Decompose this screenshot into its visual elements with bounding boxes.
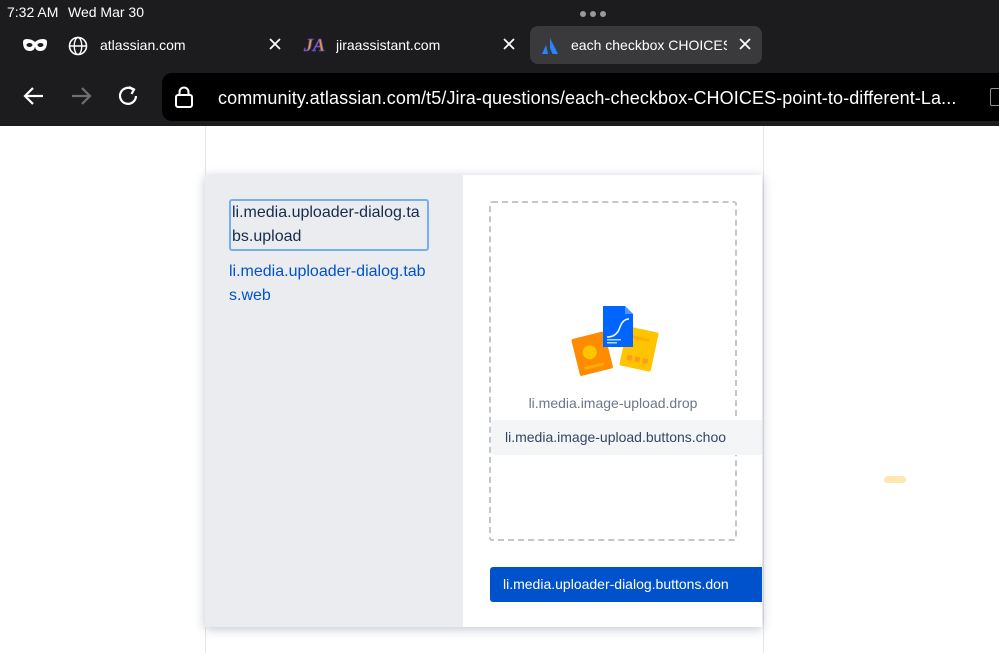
tab-label: each checkbox CHOICES po <box>571 37 727 53</box>
navigation-bar: community.atlassian.com/t5/Jira-question… <box>0 69 999 126</box>
status-bar: 7:32 AM Wed Mar 30 <box>0 0 999 24</box>
dialog-sidebar: li.media.uploader-dialog.tabs.upload li.… <box>205 175 463 627</box>
back-icon[interactable] <box>21 83 47 109</box>
tab-upload-label: li.media.uploader-dialog.tabs.upload <box>229 199 429 251</box>
drop-instructions: li.media.image-upload.drop <box>528 395 698 411</box>
floating-indicator <box>884 476 906 483</box>
tab-active-each-checkbox[interactable]: each checkbox CHOICES po <box>530 26 762 64</box>
close-tab-icon[interactable] <box>738 37 752 51</box>
tab-label: jiraassistant.com <box>336 37 441 53</box>
reload-icon[interactable] <box>115 83 141 109</box>
forward-icon[interactable] <box>68 83 94 109</box>
private-browsing-icon[interactable] <box>22 38 48 52</box>
more-options-icon[interactable] <box>580 11 606 17</box>
upload-files-illustration-icon <box>571 306 659 376</box>
lock-icon <box>175 86 193 108</box>
jira-assistant-favicon: JA <box>303 35 325 56</box>
close-tab-icon[interactable] <box>268 37 282 51</box>
atlassian-favicon <box>542 38 558 54</box>
status-date: Wed Mar 30 <box>68 4 144 20</box>
reader-mode-icon[interactable] <box>990 88 999 106</box>
choose-file-button[interactable]: li.media.image-upload.buttons.choo <box>491 420 762 455</box>
dialog-main-panel: li.media.image-upload.drop li.media.imag… <box>463 175 762 627</box>
tab-jiraassistant[interactable]: JA jiraassistant.com <box>300 26 524 64</box>
globe-icon <box>68 36 88 56</box>
drop-zone[interactable]: li.media.image-upload.drop <box>489 201 737 541</box>
tab-web[interactable]: li.media.uploader-dialog.tabs.web <box>229 260 429 308</box>
tab-atlassian[interactable]: atlassian.com <box>66 26 290 64</box>
close-tab-icon[interactable] <box>502 37 516 51</box>
svg-text:JA: JA <box>303 35 325 55</box>
status-time: 7:32 AM <box>7 4 59 20</box>
done-button[interactable]: li.media.uploader-dialog.buttons.don <box>490 567 762 602</box>
media-uploader-dialog: li.media.uploader-dialog.tabs.upload li.… <box>205 175 762 627</box>
url-text: community.atlassian.com/t5/Jira-question… <box>218 88 957 108</box>
tab-upload[interactable]: li.media.uploader-dialog.tabs.upload <box>229 199 429 251</box>
browser-chrome: 7:32 AM Wed Mar 30 atlassian.com JA jira… <box>0 0 999 126</box>
tab-label: atlassian.com <box>100 37 186 53</box>
tab-strip: atlassian.com JA jiraassistant.com each … <box>0 26 999 66</box>
address-bar[interactable]: community.atlassian.com/t5/Jira-question… <box>162 73 999 121</box>
